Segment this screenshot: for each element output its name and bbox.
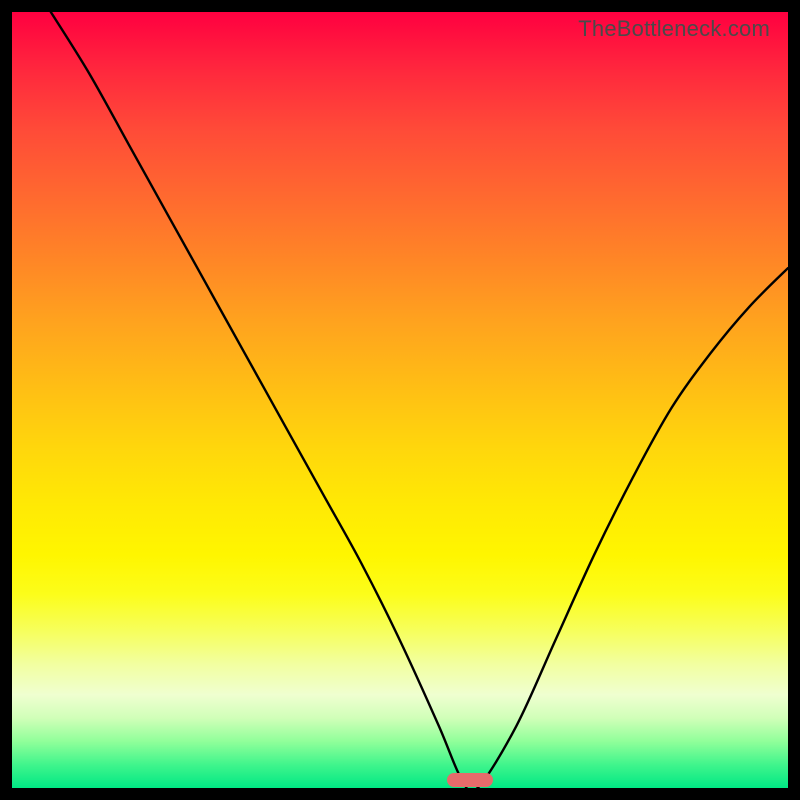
bottleneck-curve [12,12,788,788]
chart-frame: TheBottleneck.com [0,0,800,800]
plot-area: TheBottleneck.com [12,12,788,788]
optimal-marker [447,773,493,787]
